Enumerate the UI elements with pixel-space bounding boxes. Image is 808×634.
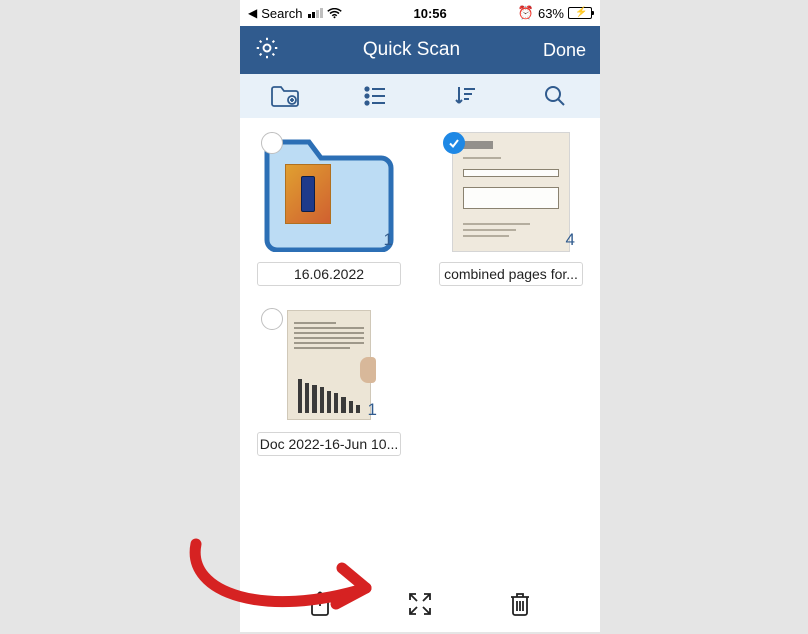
grid-item-doc[interactable]: 4 combined pages for... xyxy=(434,128,588,286)
status-time: 10:56 xyxy=(413,6,446,21)
battery-icon: ⚡ xyxy=(568,7,592,19)
signal-icon xyxy=(308,8,323,18)
page-count: 1 xyxy=(384,230,393,250)
share-button[interactable] xyxy=(300,591,340,617)
status-bar: ◀ Search 10:56 ⏰ 63% ⚡ xyxy=(240,0,600,26)
thumbnail: 1 xyxy=(257,304,401,426)
sort-icon xyxy=(454,85,476,107)
thumbnail: 4 xyxy=(439,128,583,256)
list-icon xyxy=(364,86,386,106)
status-right: ⏰ 63% ⚡ xyxy=(518,5,592,21)
share-icon xyxy=(308,591,332,617)
sort-button[interactable] xyxy=(445,85,485,107)
new-folder-button[interactable] xyxy=(265,84,305,108)
selection-circle[interactable] xyxy=(443,132,465,154)
list-view-button[interactable] xyxy=(355,86,395,106)
search-button[interactable] xyxy=(535,85,575,107)
trash-icon xyxy=(509,591,531,617)
nav-header: Quick Scan Done xyxy=(240,26,600,74)
back-caret-icon[interactable]: ◀ xyxy=(248,6,257,20)
wifi-icon xyxy=(327,8,342,19)
selection-circle[interactable] xyxy=(261,308,283,330)
merge-button[interactable] xyxy=(400,591,440,617)
page-count: 1 xyxy=(368,400,377,420)
bottom-toolbar xyxy=(240,576,600,632)
item-label[interactable]: combined pages for... xyxy=(439,262,583,286)
battery-percent: 63% xyxy=(538,6,564,21)
phone-frame: ◀ Search 10:56 ⏰ 63% ⚡ xyxy=(240,0,600,632)
thumbnail: 1 xyxy=(257,128,401,256)
item-label[interactable]: 16.06.2022 xyxy=(257,262,401,286)
page-count: 4 xyxy=(566,230,575,250)
grid-item-folder[interactable]: 1 16.06.2022 xyxy=(252,128,406,286)
gear-icon xyxy=(254,35,280,61)
status-back-label[interactable]: Search xyxy=(261,6,302,21)
toolbar xyxy=(240,74,600,118)
folder-preview xyxy=(285,164,331,224)
check-icon xyxy=(448,137,460,149)
item-label[interactable]: Doc 2022-16-Jun 10... xyxy=(257,432,401,456)
grid-item-doc[interactable]: 1 Doc 2022-16-Jun 10... xyxy=(252,304,406,456)
documents-grid: 1 16.06.2022 xyxy=(240,118,600,576)
done-button[interactable]: Done xyxy=(543,40,586,61)
document-preview xyxy=(452,132,570,252)
alarm-icon: ⏰ xyxy=(518,5,534,21)
document-preview xyxy=(287,310,371,420)
search-icon xyxy=(544,85,566,107)
delete-button[interactable] xyxy=(500,591,540,617)
arrows-out-icon xyxy=(407,591,433,617)
selection-circle[interactable] xyxy=(261,132,283,154)
settings-button[interactable] xyxy=(254,35,280,66)
nav-title: Quick Scan xyxy=(363,39,460,61)
folder-plus-icon xyxy=(270,84,300,108)
status-left: ◀ Search xyxy=(248,6,342,21)
